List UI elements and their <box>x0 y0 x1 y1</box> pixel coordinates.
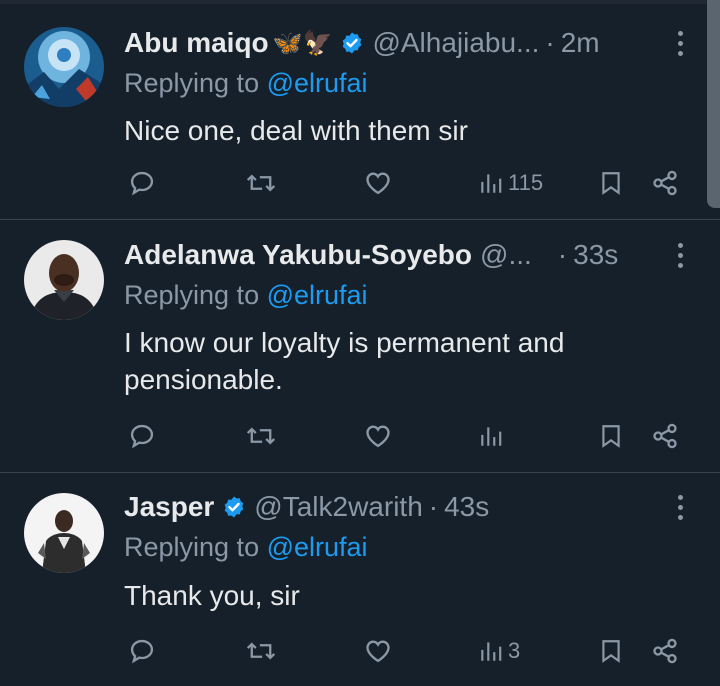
views-icon <box>481 642 502 661</box>
more-options-icon[interactable] <box>670 238 690 272</box>
reply-item[interactable]: Jasper @Talk2warith · 43s Replying to @e… <box>0 473 720 686</box>
retweet-button[interactable] <box>246 631 276 671</box>
more-options-icon[interactable] <box>670 26 690 60</box>
verified-badge-icon <box>222 495 246 519</box>
retweet-button[interactable] <box>246 163 276 203</box>
views-count: 115 <box>508 170 544 195</box>
replying-to-label: Replying to <box>124 532 267 562</box>
more-options-icon[interactable] <box>670 490 690 524</box>
bookmark-icon <box>602 640 620 663</box>
views-button[interactable]: 115 <box>478 163 543 203</box>
views-count: 3 <box>508 638 521 663</box>
separator-dot: · <box>557 239 568 270</box>
action-bar: 3 <box>0 631 720 671</box>
mention-link[interactable]: @elrufai <box>267 532 368 562</box>
user-handle[interactable]: @Talk2warith <box>254 491 422 523</box>
reply-button[interactable] <box>128 163 156 203</box>
replying-to: Replying to @elrufai <box>124 68 368 99</box>
bookmark-button[interactable] <box>598 416 624 456</box>
reply-icon <box>130 639 154 664</box>
reply-item[interactable]: Abu maiqo 🦋🦅 @Alhajiabu... · 2m Replying… <box>0 0 720 219</box>
name-emoji: 🦋🦅 <box>272 29 333 57</box>
bookmark-button[interactable] <box>598 631 624 671</box>
bookmark-icon <box>602 425 620 448</box>
separator-dot: · <box>545 27 555 58</box>
reply-item[interactable]: Adelanwa Yakubu-Soyebo @... · 33s Replyi… <box>0 220 720 472</box>
retweet-icon <box>246 174 276 192</box>
bookmark-button[interactable] <box>598 163 624 203</box>
action-bar: 115 <box>0 163 720 203</box>
mention-link[interactable]: @elrufai <box>267 280 368 310</box>
avatar[interactable] <box>24 240 104 320</box>
like-button[interactable] <box>364 163 392 203</box>
display-name[interactable]: Adelanwa Yakubu-Soyebo <box>124 239 472 271</box>
heart-icon <box>366 425 390 448</box>
views-icon <box>481 427 502 446</box>
user-handle[interactable]: @Alhajiabu... <box>372 27 539 59</box>
reply-icon <box>130 424 154 449</box>
mention-link[interactable]: @elrufai <box>267 68 368 98</box>
user-handle[interactable]: @... <box>480 239 532 271</box>
avatar[interactable] <box>24 493 104 573</box>
share-icon <box>653 170 677 196</box>
retweet-icon <box>246 642 276 660</box>
replying-to-label: Replying to <box>124 68 267 98</box>
replying-to: Replying to @elrufai <box>124 532 368 563</box>
reply-button[interactable] <box>128 416 156 456</box>
timestamp[interactable]: 33s <box>573 239 618 271</box>
reply-text: I know our loyalty is permanent and pens… <box>124 327 565 395</box>
action-bar <box>0 416 720 456</box>
share-button[interactable] <box>650 631 680 671</box>
retweet-icon <box>246 427 276 445</box>
retweet-button[interactable] <box>246 416 276 456</box>
reply-button[interactable] <box>128 631 156 671</box>
verified-badge-icon <box>340 31 364 55</box>
heart-icon <box>366 640 390 663</box>
timestamp[interactable]: 2m <box>561 27 600 59</box>
share-icon <box>653 638 677 664</box>
reply-header: Abu maiqo 🦋🦅 @Alhajiabu... · 2m <box>124 26 680 60</box>
share-button[interactable] <box>650 416 680 456</box>
timestamp[interactable]: 43s <box>444 491 489 523</box>
views-icon <box>481 174 502 193</box>
like-button[interactable] <box>364 631 392 671</box>
reply-header: Adelanwa Yakubu-Soyebo @... · 33s <box>124 238 680 272</box>
share-icon <box>653 423 677 449</box>
display-name[interactable]: Abu maiqo <box>124 27 269 59</box>
avatar[interactable] <box>24 27 104 107</box>
display-name[interactable]: Jasper <box>124 491 214 523</box>
share-button[interactable] <box>650 163 680 203</box>
reply-icon <box>130 171 154 196</box>
replying-to-label: Replying to <box>124 280 267 310</box>
reply-text: Thank you, sir <box>124 580 300 611</box>
reply-header: Jasper @Talk2warith · 43s <box>124 490 680 524</box>
replying-to: Replying to @elrufai <box>124 280 368 311</box>
heart-icon <box>366 172 390 195</box>
bookmark-icon <box>602 172 620 195</box>
views-button[interactable]: 3 <box>478 631 520 671</box>
separator-dot: · <box>428 491 439 522</box>
reply-text: Nice one, deal with them sir <box>124 115 468 146</box>
like-button[interactable] <box>364 416 392 456</box>
views-button[interactable] <box>478 416 508 456</box>
